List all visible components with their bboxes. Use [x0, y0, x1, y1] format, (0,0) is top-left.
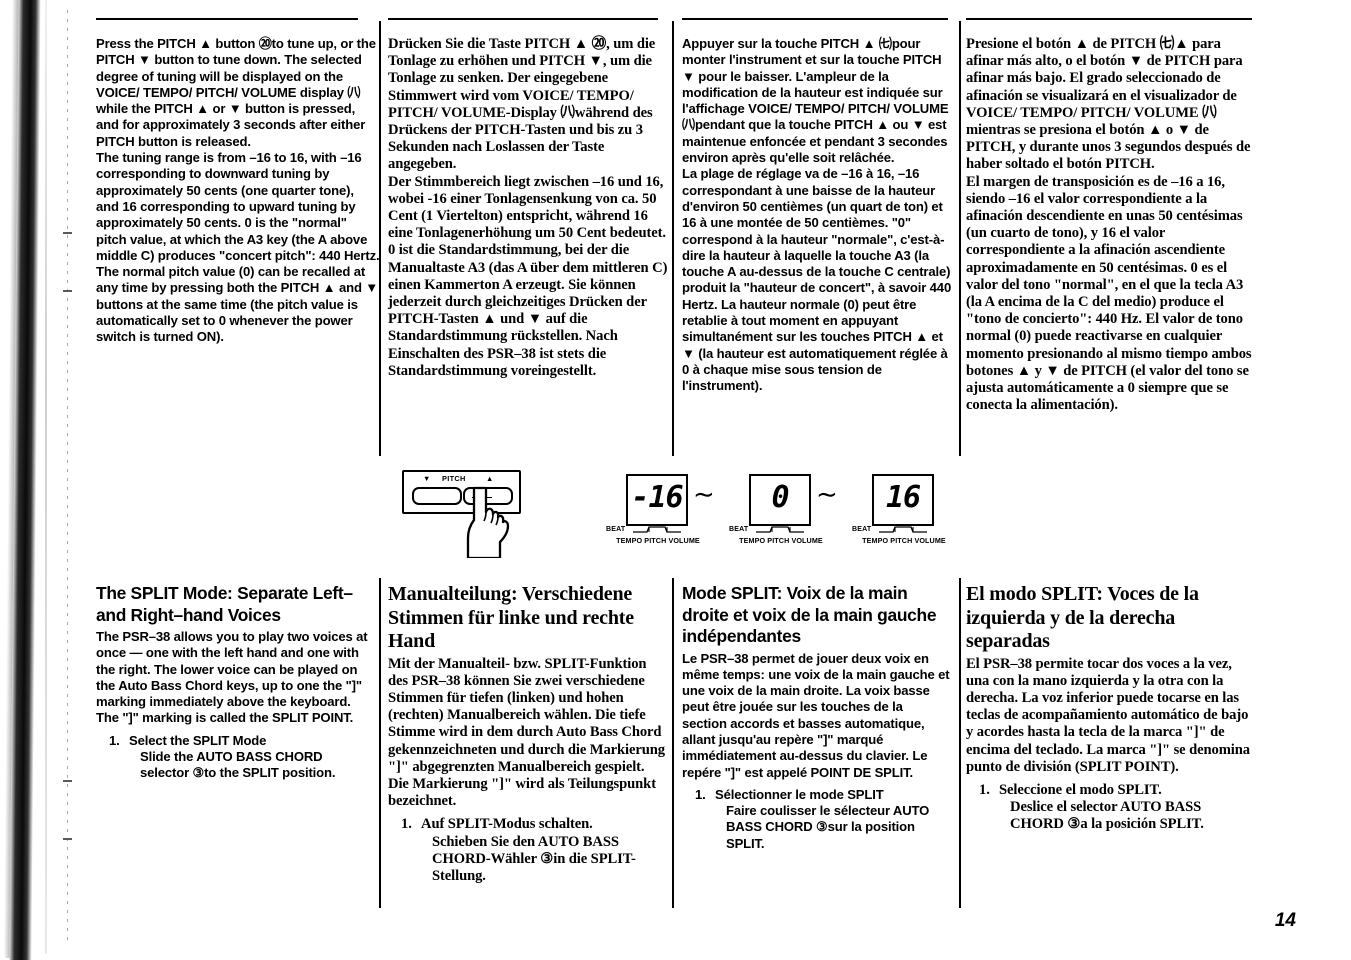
lcd-value: 16 [885, 480, 921, 515]
margin-dotted-rule [67, 10, 68, 940]
lcd-beat-label: BEAT [729, 526, 749, 533]
paragraph: La plage de réglage va de –16 à 16, –16 … [682, 166, 952, 394]
step-text: Deslice el selector AUTO BASS CHORD ③a l… [1010, 799, 1204, 833]
step-text: Faire coulisser le sélecteur AUTO BASS C… [726, 803, 930, 851]
paragraph: Appuyer sur la touche PITCH ▲ ㈦pour mont… [682, 36, 949, 166]
column-german: Drücken Sie die Taste PITCH ▲ ⑳, um die … [388, 18, 672, 380]
split-section-french: Mode SPLIT: Voix de la main droite et vo… [682, 583, 950, 852]
page-number: 14 [1274, 910, 1296, 931]
step-number: 1. [401, 816, 412, 833]
lcd-mode-labels: TEMPO PITCH VOLUME [862, 536, 946, 545]
margin-tick [63, 780, 72, 782]
split-section-german: Manualteilung: Verschiedene Stimmen für … [388, 583, 668, 885]
pitch-description-en: Press the PITCH ▲ button ⑳to tune up, or… [96, 36, 380, 346]
column-spanish: Presione el botón ▲ de PITCH ㈦▲ para afi… [966, 18, 1258, 414]
step-title: Auf SPLIT-Modus schalten. [421, 816, 593, 833]
lcd-mode-labels: TEMPO PITCH VOLUME [739, 536, 823, 545]
section-heading: The SPLIT Mode: Separate Left– and Right… [96, 583, 353, 625]
lcd-indicator-bracket [633, 525, 681, 533]
pitch-description-de: Drücken Sie die Taste PITCH ▲ ⑳, um die … [388, 36, 672, 380]
section-body: Mit der Manualteil- bzw. SPLIT-Funktion … [388, 655, 665, 810]
paragraph: Press the PITCH ▲ button ⑳to tune up, or… [96, 36, 376, 149]
section-heading: Mode SPLIT: Voix de la main droite et vo… [682, 583, 937, 646]
lcd-value: 0 [771, 480, 789, 515]
section-heading: Manualteilung: Verschiedene Stimmen für … [388, 583, 634, 652]
lcd-indicator-bracket [756, 525, 804, 533]
pitch-panel-label: PITCH [442, 474, 466, 483]
split-section-english: The SPLIT Mode: Separate Left– and Right… [96, 583, 374, 782]
step-title: Sélectionner le mode SPLIT [715, 786, 884, 802]
pitch-down-button[interactable] [412, 487, 462, 505]
step-number: 1. [979, 781, 990, 798]
numbered-step: 1. Auf SPLIT-Modus schalten. Schieben Si… [388, 816, 668, 885]
pitch-description-fr: Appuyer sur la touche PITCH ▲ ㈦pour mont… [682, 36, 954, 395]
paragraph: El margen de transposición es de –16 a 1… [966, 173, 1252, 414]
step-number: 1. [695, 786, 706, 802]
lcd-display-zero: 0 BEAT TEMPO PITCH VOLUME [729, 474, 823, 545]
numbered-step: 1. Seleccione el modo SPLIT. Deslice el … [966, 782, 1256, 834]
split-section-spanish: El modo SPLIT: Voces de la izquierda y d… [966, 583, 1256, 834]
margin-tick [63, 290, 72, 292]
step-title: Select the SPLIT Mode [129, 732, 267, 748]
margin-tick [63, 838, 72, 840]
range-tilde-separator: ∼ [816, 480, 838, 509]
paragraph: The tuning range is from –16 to 16, with… [96, 150, 380, 345]
section-heading: El modo SPLIT: Voces de la izquierda y d… [966, 583, 1199, 652]
lcd-beat-label: BEAT [852, 526, 872, 533]
page-edge [45, 0, 47, 954]
column-top-rule [96, 18, 358, 20]
column-divider [959, 578, 961, 908]
column-top-rule [682, 18, 948, 20]
range-tilde-separator: ∼ [693, 480, 715, 509]
column-divider [672, 21, 674, 456]
column-divider [959, 21, 961, 456]
column-french: Appuyer sur la touche PITCH ▲ ㈦pour mont… [682, 18, 954, 395]
pitch-illustration: ▼ PITCH ▲ -16 BEAT TEMPO PITCH VOLUME ∼ … [398, 462, 968, 562]
step-text: Slide the AUTO BASS CHORD selector ③to t… [140, 749, 336, 781]
pointing-finger-icon [466, 486, 510, 558]
step-number: 1. [109, 732, 120, 748]
paragraph: Der Stimmbereich liegt zwischen –16 und … [388, 173, 668, 379]
section-body: Le PSR–38 permet de jouer deux voix en m… [682, 650, 950, 780]
paragraph: Drücken Sie die Taste PITCH ▲ ⑳, um die … [388, 36, 656, 173]
lcd-display-minus16: -16 BEAT TEMPO PITCH VOLUME [606, 474, 700, 545]
section-body: El PSR–38 permite tocar dos voces a la v… [966, 655, 1250, 775]
lcd-beat-label: BEAT [606, 526, 626, 533]
pitch-description-es: Presione el botón ▲ de PITCH ㈦▲ para afi… [966, 36, 1258, 414]
column-divider [672, 578, 674, 908]
lcd-display-plus16: 16 BEAT TEMPO PITCH VOLUME [852, 474, 946, 545]
numbered-step: 1. Sélectionner le mode SPLIT Faire coul… [682, 787, 950, 852]
numbered-step: 1. Select the SPLIT Mode Slide the AUTO … [96, 733, 374, 782]
lcd-indicator-bracket [879, 525, 927, 533]
column-english: Press the PITCH ▲ button ⑳to tune up, or… [96, 18, 380, 346]
pitch-down-arrow-icon: ▼ [423, 474, 431, 483]
lcd-value: -16 [631, 480, 683, 515]
column-top-rule [966, 18, 1252, 20]
step-text: Schieben Sie den AUTO BASS CHORD-Wähler … [432, 833, 636, 884]
margin-tick [63, 232, 72, 234]
lcd-mode-labels: TEMPO PITCH VOLUME [616, 536, 700, 545]
section-body: The PSR–38 allows you to play two voices… [96, 629, 368, 726]
column-divider [379, 578, 381, 908]
column-top-rule [388, 18, 658, 20]
step-title: Seleccione el modo SPLIT. [999, 781, 1162, 798]
pitch-up-arrow-icon: ▲ [486, 474, 494, 483]
paragraph: Presione el botón ▲ de PITCH ㈦▲ para afi… [966, 36, 1251, 173]
